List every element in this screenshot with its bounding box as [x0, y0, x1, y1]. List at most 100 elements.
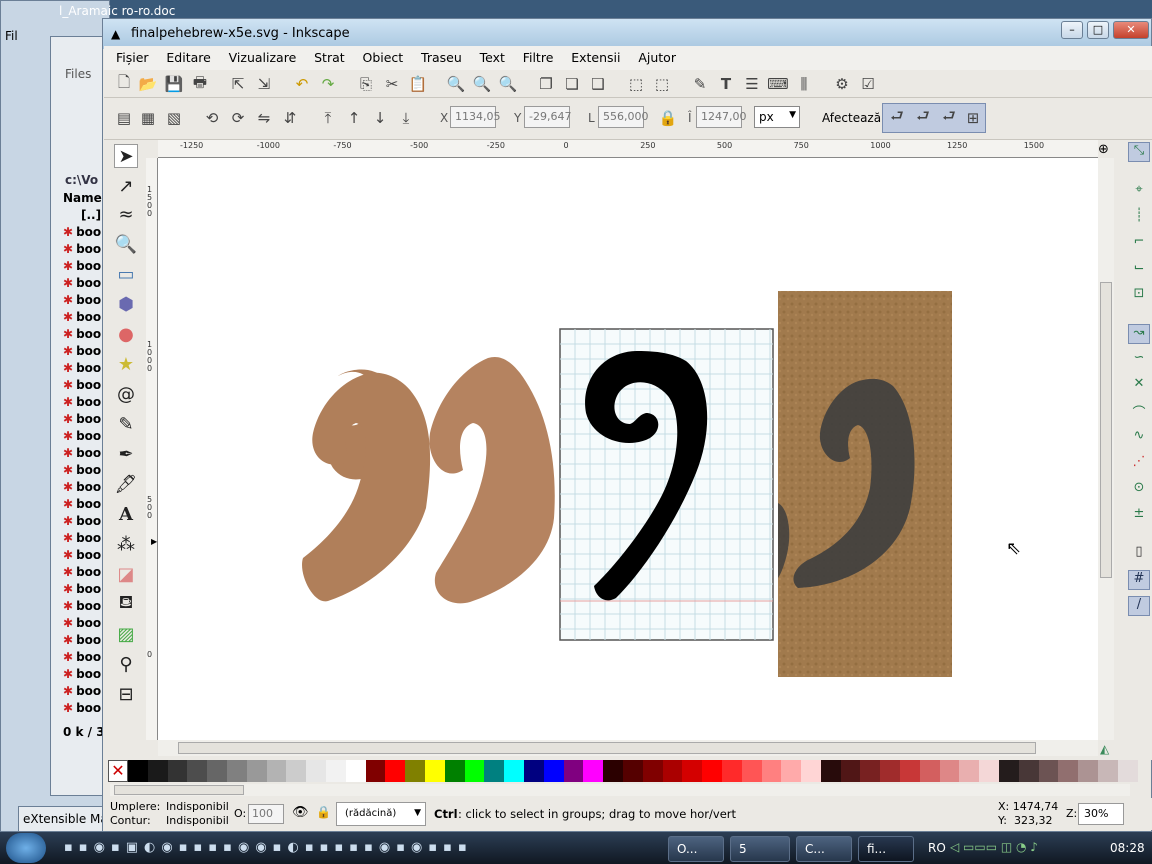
flip-horizontal-icon[interactable]: ⇋: [254, 108, 274, 128]
task-inkscape[interactable]: fi...: [858, 836, 914, 862]
color-swatch[interactable]: [1038, 760, 1059, 782]
menu-layer[interactable]: Strat: [307, 46, 352, 65]
duplicate-icon[interactable]: ❐: [536, 74, 556, 94]
height-field[interactable]: 1247,00: [696, 106, 747, 128]
calligraphy-tool-icon[interactable]: 🖋: [114, 472, 138, 496]
snap-bbox-midpoint-icon[interactable]: ⌙: [1128, 260, 1150, 280]
color-swatch[interactable]: [345, 760, 366, 782]
zoom-tool-icon[interactable]: 🔍: [114, 232, 138, 256]
background-file-menu[interactable]: Fil: [5, 29, 18, 43]
fill-stroke-icon[interactable]: ✎: [690, 74, 710, 94]
connector-tool-icon[interactable]: ⊟: [114, 682, 138, 706]
paint-bucket-tool-icon[interactable]: ⛾: [114, 592, 138, 616]
language-indicator[interactable]: RO: [928, 841, 946, 855]
task-group[interactable]: 5: [730, 836, 790, 862]
color-swatch[interactable]: [1018, 760, 1039, 782]
files-tab[interactable]: Files: [65, 67, 91, 81]
unlink-clone-icon[interactable]: ❑: [588, 74, 608, 94]
snap-intersections-icon[interactable]: ✕: [1128, 376, 1150, 396]
align-icon[interactable]: ⫼: [794, 74, 814, 94]
layers-icon[interactable]: ☰: [742, 74, 762, 94]
opacity-field[interactable]: 100: [248, 804, 284, 824]
move-gradients-icon[interactable]: ⮐: [939, 107, 959, 128]
menu-text[interactable]: Text: [473, 46, 512, 65]
snap-cusp-icon[interactable]: ⌒: [1128, 402, 1150, 422]
y-field[interactable]: -29,647: [524, 106, 571, 128]
copy-icon[interactable]: ⎘: [356, 74, 376, 94]
flip-vertical-icon[interactable]: ⇵: [280, 108, 300, 128]
redo-icon[interactable]: ↷: [318, 74, 338, 94]
zoom-corner-icon[interactable]: ⊕: [1098, 142, 1109, 157]
select-all-icon[interactable]: ▤: [114, 108, 134, 128]
snap-bbox-edge-icon[interactable]: ┊: [1128, 208, 1150, 228]
color-swatch[interactable]: [959, 760, 980, 782]
snap-guides-icon[interactable]: /: [1128, 596, 1150, 616]
color-swatch[interactable]: [484, 760, 505, 782]
palette-scroll-thumb[interactable]: [114, 785, 244, 795]
snap-bbox-corner-icon[interactable]: ⌐: [1128, 234, 1150, 254]
color-swatch[interactable]: [286, 760, 307, 782]
color-swatch[interactable]: [306, 760, 326, 782]
snap-nodes-icon[interactable]: ↝: [1128, 324, 1150, 344]
preferences-icon[interactable]: ⚙: [832, 74, 852, 94]
parent-dir[interactable]: [..]: [81, 208, 101, 222]
move-patterns-icon[interactable]: ⊞: [963, 108, 983, 128]
rotate-ccw-icon[interactable]: ⟲: [202, 108, 222, 128]
color-swatch[interactable]: [583, 760, 604, 782]
color-swatch[interactable]: [207, 760, 227, 782]
color-swatch[interactable]: [900, 760, 920, 782]
snap-midpoints-icon[interactable]: ⋰: [1128, 454, 1150, 474]
canvas[interactable]: ⇖: [158, 158, 1098, 740]
menu-file[interactable]: Fișier: [104, 46, 156, 65]
color-swatch[interactable]: [444, 760, 465, 782]
color-swatch[interactable]: [147, 760, 168, 782]
snap-bbox-icon[interactable]: ⌖: [1128, 182, 1150, 202]
snap-paths-icon[interactable]: ∽: [1128, 350, 1150, 370]
save-icon[interactable]: 💾: [164, 74, 184, 94]
eye-icon[interactable]: 👁: [292, 805, 309, 820]
color-swatch[interactable]: [979, 760, 1000, 782]
color-swatch[interactable]: [702, 760, 722, 782]
vertical-ruler[interactable]: 1 5 0 0 1 0 0 0 5 0 0 0: [146, 158, 158, 740]
tan-glyph-1[interactable]: [302, 372, 431, 602]
zoom-drawing-icon[interactable]: 🔍: [472, 74, 492, 94]
select-all-layers-icon[interactable]: ▦: [138, 108, 158, 128]
color-swatch[interactable]: [999, 760, 1019, 782]
print-icon[interactable]: 🖶: [190, 73, 210, 94]
horizontal-scroll-thumb[interactable]: [178, 742, 1036, 754]
color-swatch[interactable]: [880, 760, 901, 782]
color-swatch[interactable]: [246, 760, 267, 782]
color-swatch[interactable]: [622, 760, 643, 782]
layer-select[interactable]: (rădăcină) ▼: [336, 802, 426, 826]
drawing[interactable]: [158, 158, 1098, 740]
color-swatch[interactable]: [603, 760, 623, 782]
snap-centers-icon[interactable]: ⊙: [1128, 480, 1150, 500]
task-commander[interactable]: C...: [796, 836, 852, 862]
color-swatch[interactable]: [860, 760, 881, 782]
scale-stroke-icon[interactable]: ⮐: [887, 107, 907, 128]
horizontal-scrollbar[interactable]: [158, 740, 1098, 756]
color-swatch[interactable]: [543, 760, 564, 782]
vertical-scroll-thumb[interactable]: [1100, 282, 1112, 578]
snap-grid-icon[interactable]: #: [1128, 570, 1150, 590]
color-swatch[interactable]: [325, 760, 346, 782]
clone-icon[interactable]: ❏: [562, 74, 582, 94]
no-paint-swatch[interactable]: ✕: [108, 760, 128, 782]
color-swatch[interactable]: [167, 760, 188, 782]
spiral-tool-icon[interactable]: @: [114, 382, 138, 406]
open-icon[interactable]: 📂: [138, 74, 158, 94]
toolbox-expand-icon[interactable]: ▶: [151, 537, 157, 546]
color-swatch[interactable]: [226, 760, 247, 782]
undo-icon[interactable]: ↶: [292, 74, 312, 94]
zoom-selection-icon[interactable]: 🔍: [446, 74, 466, 94]
maximize-button[interactable]: □: [1087, 21, 1109, 39]
layer-lock-icon[interactable]: 🔒: [316, 805, 331, 819]
lower-to-bottom-icon[interactable]: ⤓: [396, 108, 416, 128]
minimize-button[interactable]: –: [1061, 21, 1083, 39]
raise-icon[interactable]: ↑: [344, 108, 364, 128]
color-swatch[interactable]: [840, 760, 861, 782]
import-icon[interactable]: ⇱: [228, 74, 248, 94]
color-swatch[interactable]: [682, 760, 703, 782]
menu-path[interactable]: Traseu: [414, 46, 469, 65]
color-swatch[interactable]: [801, 760, 821, 782]
